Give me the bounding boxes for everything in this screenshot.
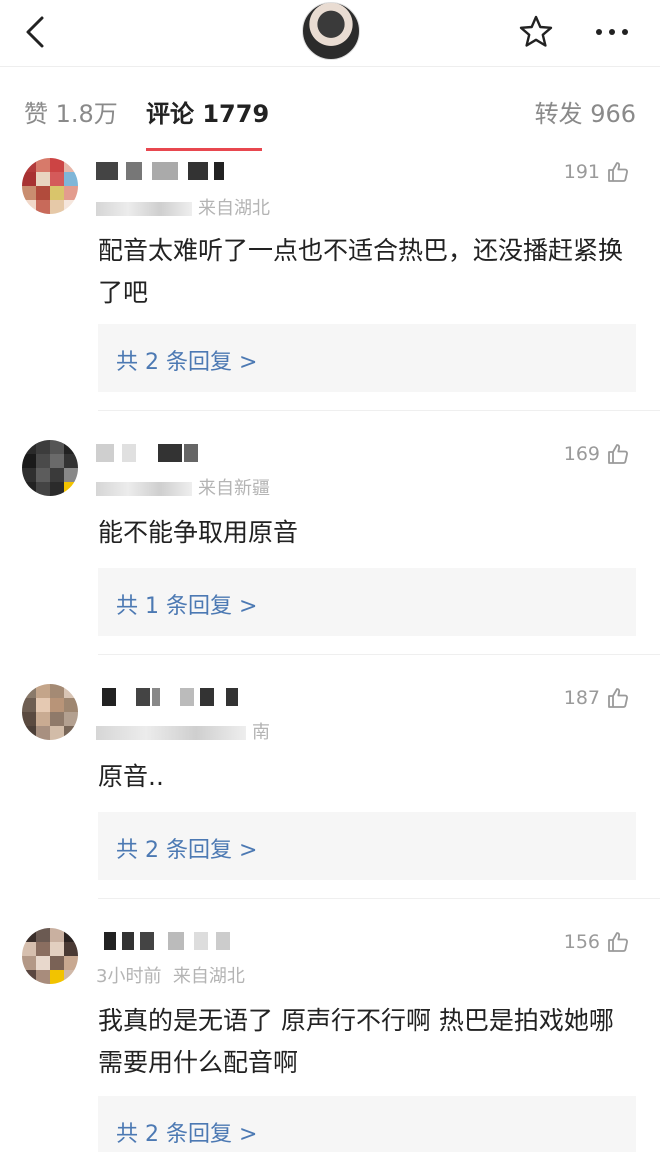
reply-count-link[interactable]: 共 2 条回复 > [116, 832, 257, 864]
like-button[interactable]: 187 [564, 686, 630, 710]
star-outline-icon [519, 15, 553, 47]
thumbs-up-icon [608, 932, 628, 952]
commenter-name-obscured[interactable] [96, 688, 276, 710]
commenter-name-obscured[interactable] [96, 932, 276, 954]
like-button[interactable]: 169 [564, 442, 630, 466]
chevron-left-icon [26, 16, 44, 48]
comment-meta: 南 [96, 718, 270, 744]
commenter-avatar[interactable] [22, 440, 78, 496]
like-button[interactable]: 191 [564, 160, 630, 184]
commenter-name-obscured[interactable] [96, 444, 276, 466]
reply-summary[interactable]: 共 2 条回复 > [98, 1096, 636, 1152]
comment-meta: 来自湖北 [96, 194, 270, 220]
more-button[interactable] [592, 14, 632, 50]
top-bar [0, 0, 660, 67]
reply-summary[interactable]: 共 2 条回复 > [98, 324, 636, 392]
reply-summary[interactable]: 共 1 条回复 > [98, 568, 636, 636]
comment-time: 3小时前 [96, 966, 162, 987]
reply-count-link[interactable]: 共 1 条回复 > [116, 588, 257, 620]
tab-likes[interactable]: 赞 1.8万 [24, 94, 118, 129]
comment-item: 来自湖北 191 配音太难听了一点也不适合热巴，还没播赶紧换了吧 共 2 条回复… [0, 152, 660, 412]
meta-obscured [96, 202, 192, 216]
comment-item: 来自新疆 169 能不能争取用原音 共 1 条回复 > [0, 412, 660, 656]
commenter-name-obscured[interactable] [96, 162, 276, 184]
like-count: 156 [563, 931, 600, 953]
like-count: 169 [563, 443, 600, 465]
comment-location: 来自新疆 [198, 478, 270, 499]
comment-item: 南 187 原音.. 共 2 条回复 > [0, 656, 660, 900]
back-button[interactable] [18, 14, 54, 50]
favorite-button[interactable] [516, 12, 556, 52]
divider [98, 654, 660, 655]
thumbs-up-icon [608, 444, 628, 464]
active-tab-indicator [146, 148, 262, 151]
comment-meta: 3小时前 来自湖北 [96, 962, 245, 988]
comment-text: 原音.. [98, 762, 164, 791]
thumbs-up-icon [608, 688, 628, 708]
divider [98, 410, 660, 411]
thumbs-up-icon [608, 162, 628, 182]
comment-text: 我真的是无语了 原声行不行啊 热巴是拍戏她哪需要用什么配音啊 [98, 1006, 614, 1077]
commenter-avatar[interactable] [22, 158, 78, 214]
comment-location: 来自湖北 [198, 198, 270, 219]
tab-comments[interactable]: 评论 1779 [146, 94, 269, 129]
comment-item: 3小时前 来自湖北 156 我真的是无语了 原声行不行啊 热巴是拍戏她哪需要用什… [0, 900, 660, 1152]
comment-text: 能不能争取用原音 [98, 518, 299, 547]
divider [98, 898, 660, 899]
comment-meta: 来自新疆 [96, 474, 270, 500]
meta-obscured [96, 482, 192, 496]
commenter-avatar[interactable] [22, 928, 78, 984]
reply-count-link[interactable]: 共 2 条回复 > [116, 344, 257, 376]
commenter-avatar[interactable] [22, 684, 78, 740]
more-horizontal-icon [596, 29, 628, 35]
comment-location: 来自湖北 [172, 966, 245, 987]
like-count: 191 [563, 161, 600, 183]
meta-obscured [96, 726, 246, 740]
like-button[interactable]: 156 [564, 930, 630, 954]
like-count: 187 [563, 687, 600, 709]
reply-summary[interactable]: 共 2 条回复 > [98, 812, 636, 880]
reply-count-link[interactable]: 共 2 条回复 > [116, 1116, 257, 1148]
comment-location: 南 [252, 722, 270, 743]
tab-bar: 赞 1.8万 评论 1779 转发 966 [0, 66, 660, 152]
author-avatar[interactable] [302, 2, 360, 60]
tab-reposts[interactable]: 转发 966 [535, 94, 636, 129]
comment-text: 配音太难听了一点也不适合热巴，还没播赶紧换了吧 [98, 236, 624, 307]
